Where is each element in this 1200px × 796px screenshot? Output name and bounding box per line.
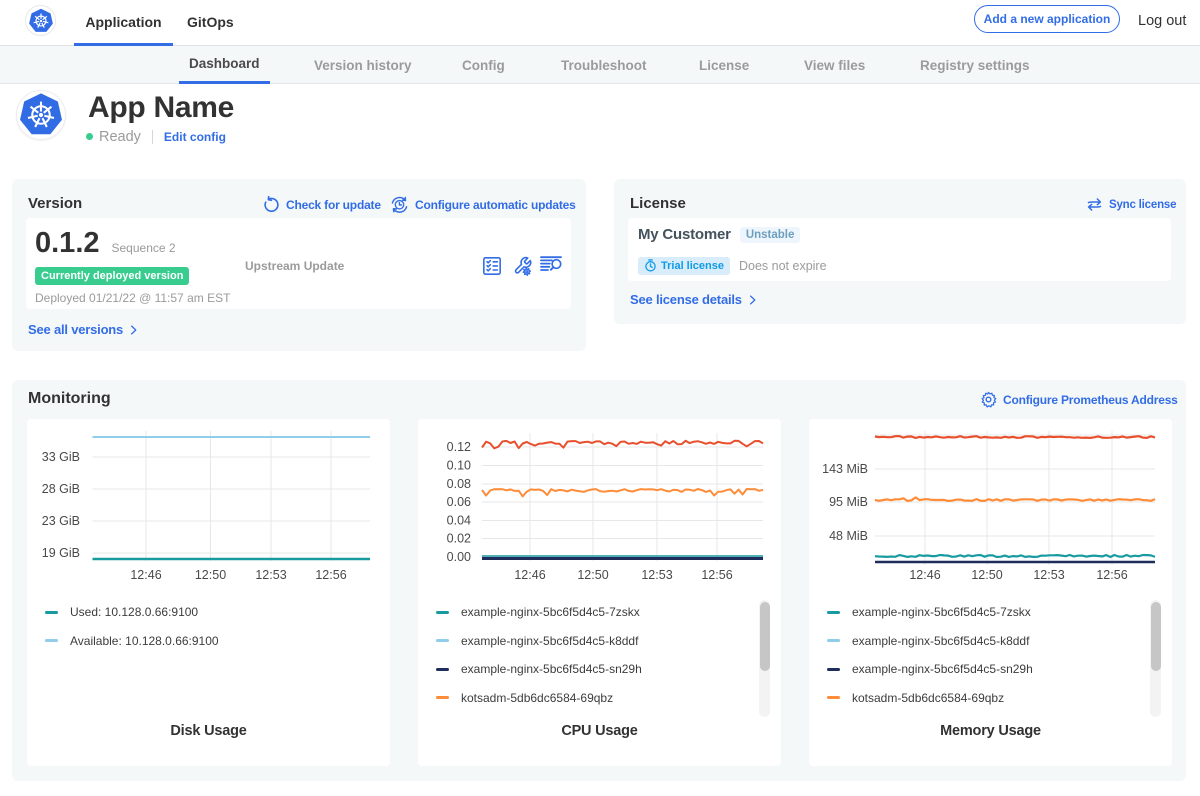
svg-text:28 GiB: 28 GiB bbox=[42, 482, 80, 496]
svg-text:0.10: 0.10 bbox=[447, 459, 471, 473]
svg-text:12:46: 12:46 bbox=[909, 568, 940, 582]
svg-text:143 MiB: 143 MiB bbox=[822, 462, 868, 476]
svg-text:48 MiB: 48 MiB bbox=[829, 529, 868, 543]
svg-text:95 MiB: 95 MiB bbox=[829, 495, 868, 509]
svg-text:33 GiB: 33 GiB bbox=[42, 450, 80, 464]
svg-text:19 GiB: 19 GiB bbox=[42, 546, 80, 560]
svg-text:12:46: 12:46 bbox=[130, 568, 161, 582]
svg-text:12:56: 12:56 bbox=[1096, 568, 1127, 582]
svg-text:12:53: 12:53 bbox=[255, 568, 286, 582]
svg-text:23 GiB: 23 GiB bbox=[42, 514, 80, 528]
svg-text:12:56: 12:56 bbox=[315, 568, 346, 582]
svg-text:0.12: 0.12 bbox=[447, 440, 471, 454]
svg-text:12:56: 12:56 bbox=[701, 568, 732, 582]
svg-text:0.00: 0.00 bbox=[447, 550, 471, 564]
svg-text:12:50: 12:50 bbox=[195, 568, 226, 582]
svg-text:12:53: 12:53 bbox=[1033, 568, 1064, 582]
svg-text:12:50: 12:50 bbox=[577, 568, 608, 582]
svg-text:12:50: 12:50 bbox=[971, 568, 1002, 582]
svg-text:0.02: 0.02 bbox=[447, 532, 471, 546]
svg-text:0.08: 0.08 bbox=[447, 477, 471, 491]
svg-text:0.04: 0.04 bbox=[447, 514, 471, 528]
svg-text:12:53: 12:53 bbox=[641, 568, 672, 582]
svg-text:12:46: 12:46 bbox=[514, 568, 545, 582]
svg-text:0.06: 0.06 bbox=[447, 495, 471, 509]
